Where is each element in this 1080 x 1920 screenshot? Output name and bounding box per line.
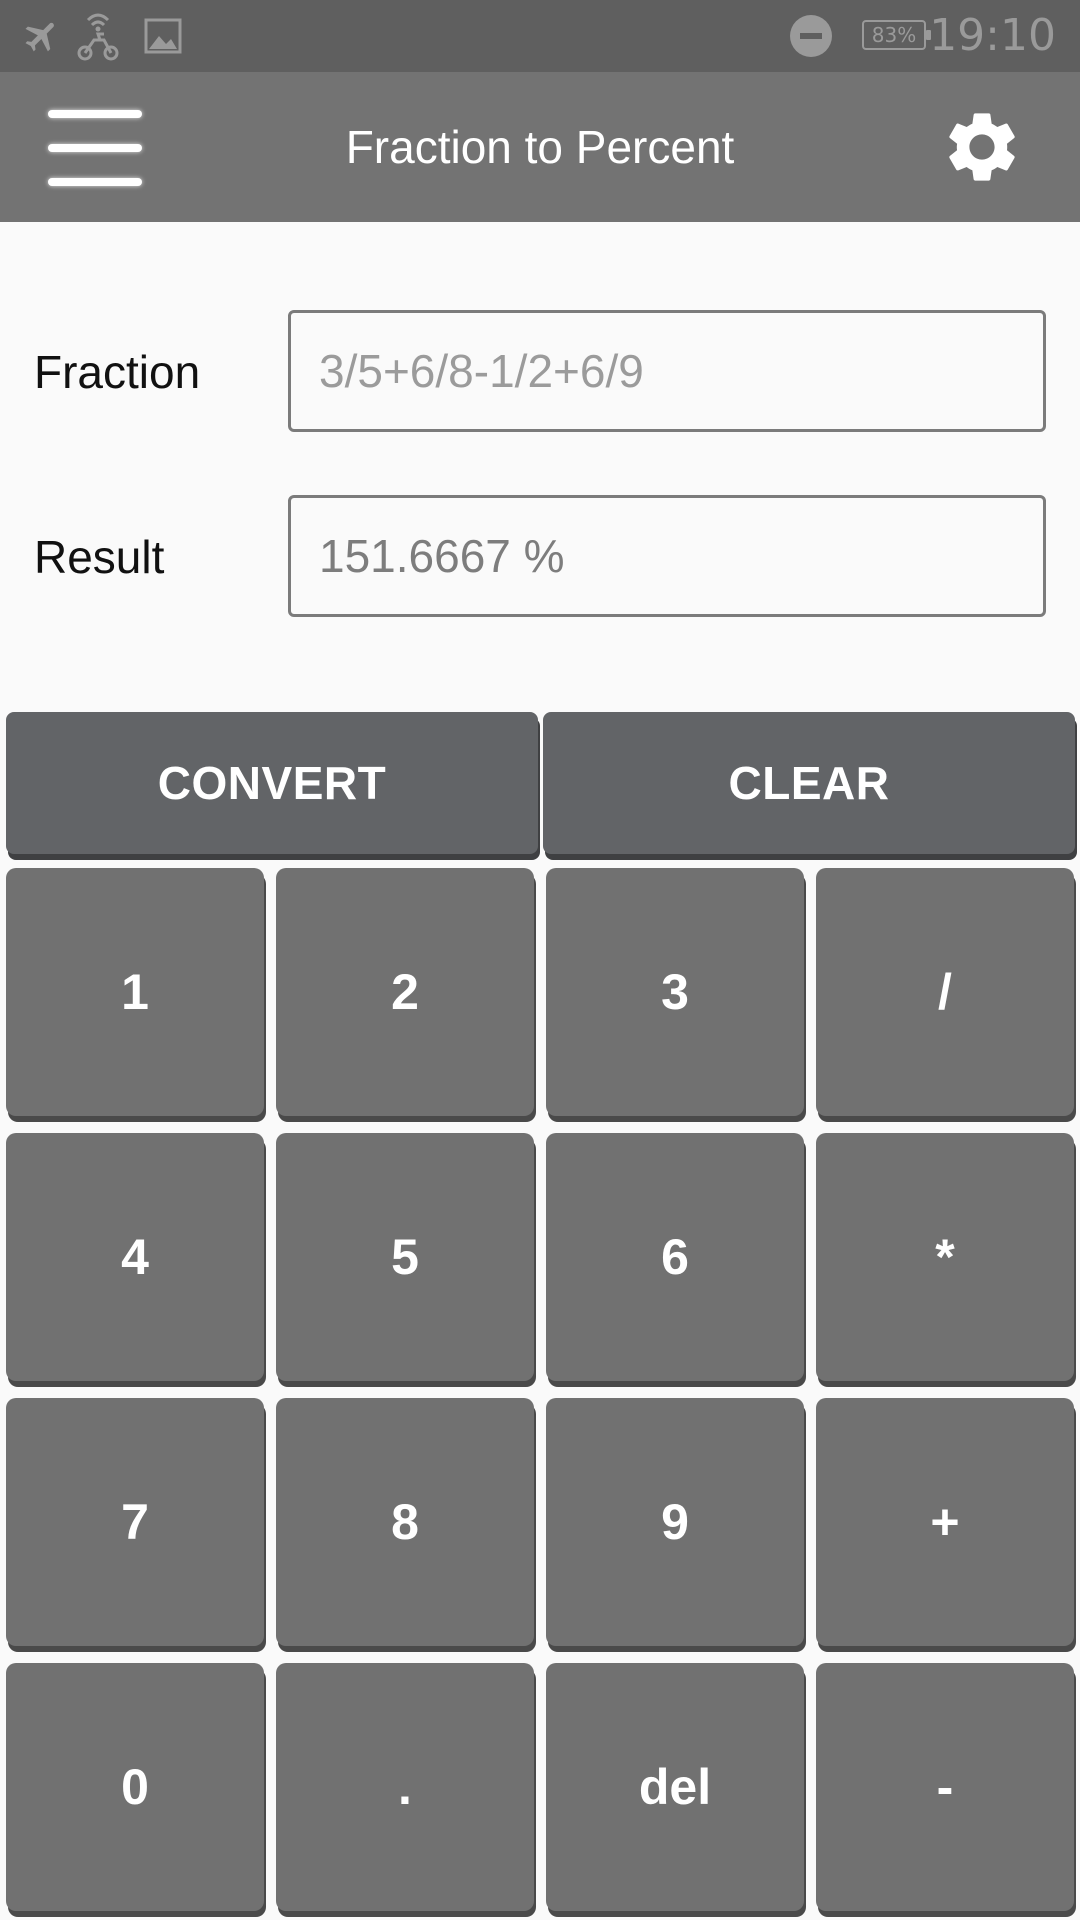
key-0[interactable]: 0 <box>6 1663 264 1911</box>
page-title: Fraction to Percent <box>345 121 735 173</box>
convert-button[interactable]: CONVERT <box>6 712 538 854</box>
key-2[interactable]: 2 <box>276 868 534 1116</box>
do-not-disturb-icon <box>790 15 832 57</box>
fraction-label: Fraction <box>34 346 201 398</box>
result-input[interactable] <box>291 498 1043 614</box>
key-4[interactable]: 4 <box>6 1133 264 1381</box>
key-7[interactable]: 7 <box>6 1398 264 1646</box>
result-field[interactable] <box>288 495 1046 617</box>
key-5[interactable]: 5 <box>276 1133 534 1381</box>
fraction-input[interactable] <box>291 313 1043 429</box>
gear-icon[interactable] <box>940 105 1024 189</box>
key-9[interactable]: 9 <box>546 1398 804 1646</box>
status-time: 19:10 <box>929 10 1056 61</box>
key-multiply[interactable]: * <box>816 1133 1074 1381</box>
key-minus[interactable]: - <box>816 1663 1074 1911</box>
fraction-field[interactable] <box>288 310 1046 432</box>
key-delete[interactable]: del <box>546 1663 804 1911</box>
clear-button[interactable]: CLEAR <box>543 712 1075 854</box>
airplane-mode-icon <box>25 22 54 52</box>
battery-icon: 83% <box>862 20 931 50</box>
key-plus[interactable]: + <box>816 1398 1074 1646</box>
status-bar: 83% 19:10 <box>0 0 1080 72</box>
scooter-wifi-icon <box>77 13 119 61</box>
image-icon <box>144 18 182 54</box>
key-6[interactable]: 6 <box>546 1133 804 1381</box>
result-label: Result <box>34 531 165 583</box>
key-8[interactable]: 8 <box>276 1398 534 1646</box>
key-1[interactable]: 1 <box>6 868 264 1116</box>
menu-icon[interactable] <box>48 108 142 188</box>
key-decimal[interactable]: . <box>276 1663 534 1911</box>
key-3[interactable]: 3 <box>546 868 804 1116</box>
key-divide[interactable]: / <box>816 868 1074 1116</box>
app-bar: Fraction to Percent <box>0 72 1080 222</box>
